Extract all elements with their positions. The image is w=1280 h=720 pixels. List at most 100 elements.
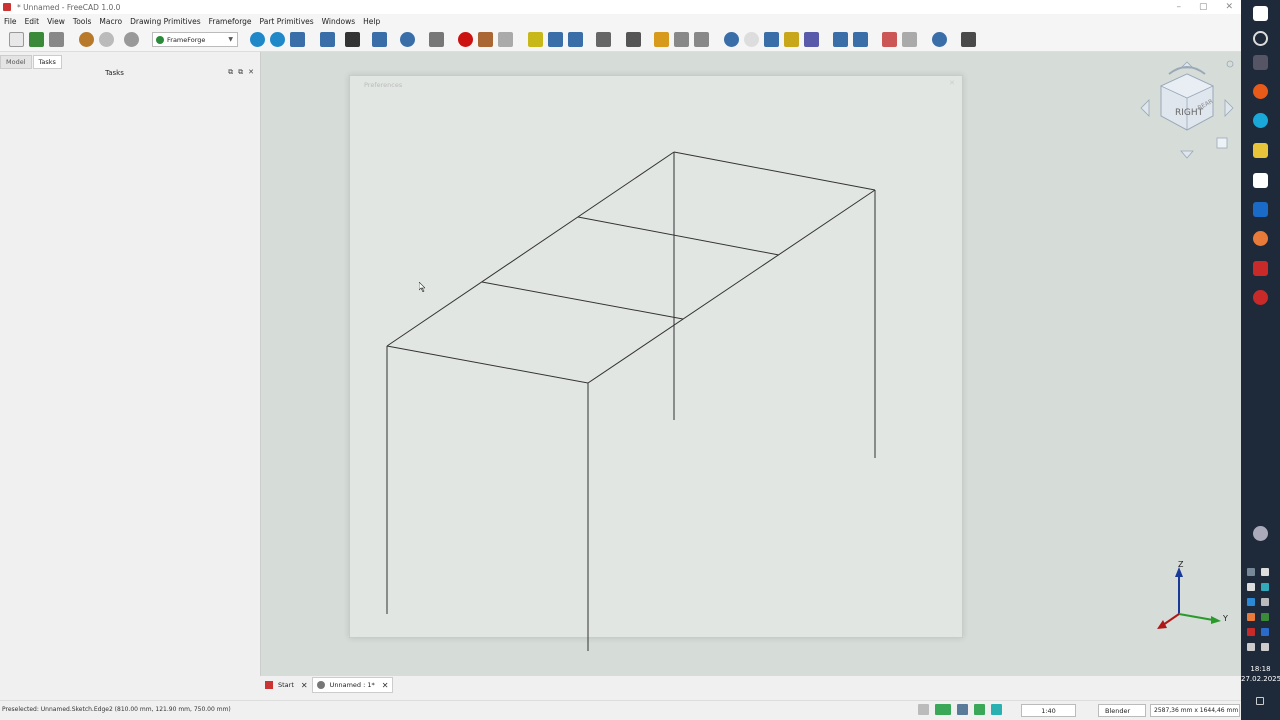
close-tab-icon[interactable]: ✕ <box>382 681 389 690</box>
polar-array-icon[interactable] <box>853 32 868 47</box>
menu-frameforge[interactable]: Frameforge <box>209 17 252 26</box>
tab-start[interactable]: Start ✕ <box>261 677 312 693</box>
macro-record-icon[interactable] <box>458 32 473 47</box>
tray-icon[interactable] <box>1261 583 1269 591</box>
clock-time: 18:18 <box>1250 665 1271 673</box>
app-icon[interactable] <box>1253 231 1268 246</box>
tray-icon[interactable] <box>1247 613 1255 621</box>
new-document-icon[interactable] <box>9 32 24 47</box>
tray-icon[interactable] <box>1247 628 1255 636</box>
menu-macro[interactable]: Macro <box>99 17 122 26</box>
chevron-left-icon[interactable] <box>1247 553 1255 561</box>
redo-icon[interactable] <box>99 32 114 47</box>
measure-icon[interactable] <box>400 32 415 47</box>
whats-this-icon[interactable] <box>626 32 641 47</box>
float-panel-icon[interactable]: ⧉ <box>228 68 233 77</box>
tray-icon[interactable] <box>1247 583 1255 591</box>
menu-view[interactable]: View <box>47 17 65 26</box>
close-tab-icon[interactable]: ✕ <box>301 681 308 690</box>
draw-style-icon[interactable] <box>345 32 360 47</box>
variable-set-icon[interactable] <box>596 32 611 47</box>
menu-windows[interactable]: Windows <box>322 17 355 26</box>
tab-unnamed[interactable]: Unnamed : 1* ✕ <box>311 677 394 693</box>
dimensions-value: 2587,36 mm x 1644,46 mm <box>1154 707 1239 714</box>
close-window-button[interactable]: ✕ <box>1225 0 1233 14</box>
task-view-icon[interactable] <box>1253 55 1268 70</box>
3d-viewport[interactable]: Preferences ✕ RIGHT REAR Z Y <box>261 52 1241 676</box>
link-icon[interactable] <box>429 32 444 47</box>
save-icon[interactable] <box>49 32 64 47</box>
menu-help[interactable]: Help <box>363 17 380 26</box>
tray-icon[interactable] <box>1247 598 1255 606</box>
fit-all-icon[interactable] <box>250 32 265 47</box>
windows-start-icon[interactable] <box>1253 6 1268 21</box>
part-icon[interactable] <box>528 32 543 47</box>
workbench-selector[interactable]: FrameForge ▼ <box>152 32 238 47</box>
tray-icon[interactable] <box>1261 628 1269 636</box>
network-icon[interactable] <box>1247 643 1255 651</box>
group-icon[interactable] <box>548 32 563 47</box>
document-tabs: Start ✕ Unnamed : 1* ✕ <box>261 676 1241 694</box>
cone-icon[interactable] <box>784 32 799 47</box>
menu-file[interactable]: File <box>4 17 17 26</box>
navigation-style-selector[interactable]: Blender <box>1098 704 1146 717</box>
edge-icon[interactable] <box>1253 113 1268 128</box>
grid-toggle-icon[interactable] <box>918 704 929 715</box>
menu-drawing-primitives[interactable]: Drawing Primitives <box>130 17 201 26</box>
volume-icon[interactable] <box>1261 643 1269 651</box>
box-icon[interactable] <box>764 32 779 47</box>
zoom-scale-selector[interactable]: 1:40 <box>1021 704 1076 717</box>
tray-icon[interactable] <box>1261 598 1269 606</box>
weather-icon[interactable] <box>1253 526 1268 541</box>
menu-tools[interactable]: Tools <box>73 17 91 26</box>
restore-panel-icon[interactable]: ⧉ <box>238 68 243 77</box>
tab-tasks[interactable]: Tasks <box>32 55 62 69</box>
tray-icon[interactable] <box>1261 613 1269 621</box>
snap-icon[interactable] <box>974 704 985 715</box>
fit-selection-icon[interactable] <box>270 32 285 47</box>
store-icon[interactable] <box>1253 173 1268 188</box>
minimize-button[interactable]: – <box>1176 0 1181 14</box>
info-icon[interactable] <box>932 32 947 47</box>
refresh-icon[interactable] <box>124 32 139 47</box>
menu-edit[interactable]: Edit <box>25 17 40 26</box>
cylinder-icon[interactable] <box>724 32 739 47</box>
tray-icon[interactable] <box>1247 568 1255 576</box>
sketch-view-icon[interactable] <box>320 32 335 47</box>
tray-icon[interactable] <box>1261 568 1269 576</box>
search-icon[interactable] <box>1253 31 1268 46</box>
notifications-icon[interactable] <box>1256 697 1264 705</box>
grid-array-icon[interactable] <box>833 32 848 47</box>
shape-builder-icon[interactable] <box>882 32 897 47</box>
frameforge-profile-icon[interactable] <box>654 32 669 47</box>
undo-icon[interactable] <box>79 32 94 47</box>
ortho-icon[interactable] <box>991 704 1002 715</box>
line-icon[interactable] <box>902 32 917 47</box>
working-plane-icon[interactable] <box>957 704 968 715</box>
arrow-left-icon <box>1140 99 1150 117</box>
maximize-button[interactable]: ▢ <box>1199 0 1208 14</box>
recorder-icon[interactable] <box>1253 290 1268 305</box>
navigation-cube[interactable]: RIGHT REAR <box>1137 60 1237 160</box>
macro-edit-icon[interactable] <box>478 32 493 47</box>
close-panel-icon[interactable]: ✕ <box>248 68 254 77</box>
system-clock[interactable]: 18:18 27.02.2025 <box>1241 664 1280 684</box>
open-document-icon[interactable] <box>29 32 44 47</box>
frame-wireframe[interactable] <box>261 52 1241 676</box>
freecad-taskbar-icon[interactable] <box>1253 261 1268 276</box>
torus-icon[interactable] <box>804 32 819 47</box>
outlook-icon[interactable] <box>1253 202 1268 217</box>
extend-profile-icon[interactable] <box>694 32 709 47</box>
menu-part-primitives[interactable]: Part Primitives <box>260 17 314 26</box>
sphere-icon[interactable] <box>744 32 759 47</box>
trim-profile-icon[interactable] <box>674 32 689 47</box>
link-actions-icon[interactable] <box>568 32 583 47</box>
bounding-box-icon[interactable] <box>372 32 387 47</box>
snap-lock-icon[interactable] <box>935 704 951 715</box>
macro-play-icon[interactable] <box>498 32 513 47</box>
tab-model[interactable]: Model <box>0 55 32 69</box>
firefox-icon[interactable] <box>1253 84 1268 99</box>
spreadsheet-icon[interactable] <box>961 32 976 47</box>
file-explorer-icon[interactable] <box>1253 143 1268 158</box>
standard-views-icon[interactable] <box>290 32 305 47</box>
